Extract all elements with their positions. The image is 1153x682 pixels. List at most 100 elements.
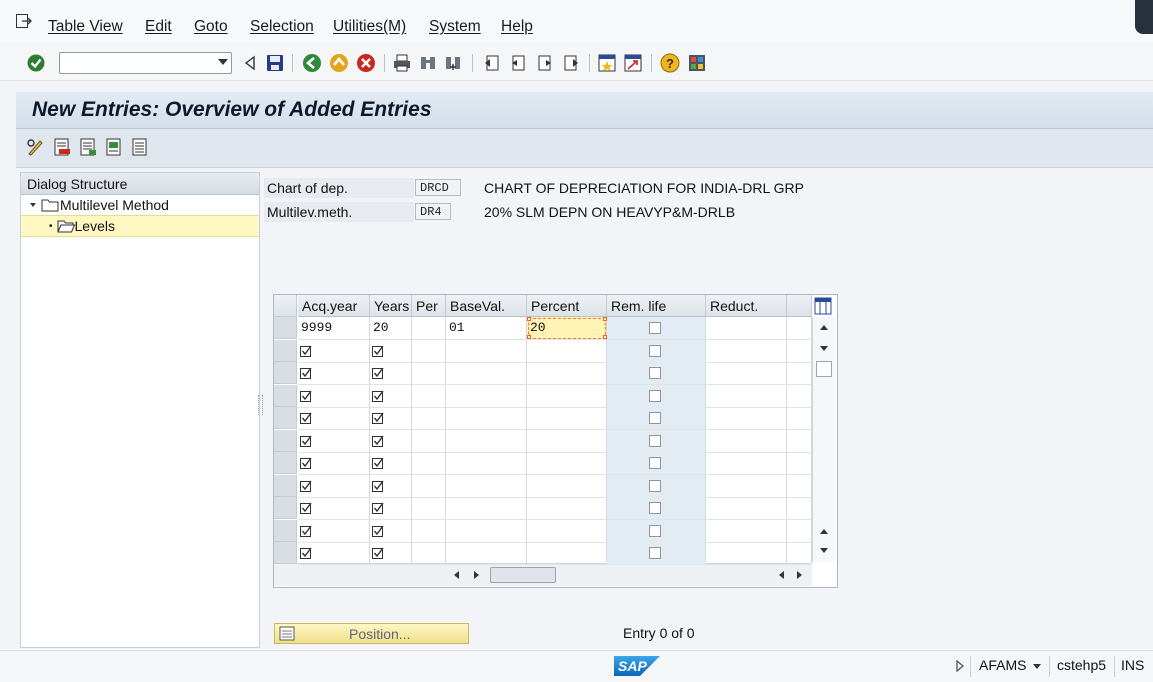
column-header-per[interactable]: Per	[412, 295, 446, 317]
horizontal-scrollbar-thumb[interactable]	[490, 567, 556, 583]
exit-button[interactable]	[329, 53, 349, 73]
cell-acq-year[interactable]	[298, 520, 370, 543]
cell-years[interactable]	[370, 542, 412, 565]
cell-reduct[interactable]	[706, 497, 787, 520]
row-selector[interactable]	[274, 497, 297, 519]
cell-reduct[interactable]	[706, 542, 787, 565]
last-page-button[interactable]	[561, 53, 581, 73]
vertical-scrollbar[interactable]	[812, 317, 835, 562]
cell-baseval[interactable]	[446, 430, 527, 453]
tree-item-multilevel-method[interactable]: Multilevel Method	[21, 195, 259, 215]
row-selector[interactable]	[274, 317, 297, 339]
cell-acq-year[interactable]: 9999	[298, 317, 370, 340]
scroll-left-icon[interactable]	[777, 570, 785, 580]
print-button[interactable]	[392, 53, 412, 73]
chevron-down-icon[interactable]	[1032, 663, 1042, 670]
cancel-button[interactable]	[356, 53, 376, 73]
select-all-button[interactable]	[78, 137, 98, 157]
cell-reduct[interactable]	[706, 362, 787, 385]
row-selector[interactable]	[274, 407, 297, 429]
column-header-reduct[interactable]: Reduct.	[706, 295, 787, 317]
rem-life-checkbox[interactable]	[649, 412, 661, 424]
cell-per[interactable]	[412, 497, 446, 520]
column-header-years[interactable]: Years	[370, 295, 412, 317]
rem-life-checkbox[interactable]	[649, 367, 661, 379]
menu-edit[interactable]: Edit	[145, 18, 172, 36]
scroll-right-icon[interactable]	[796, 570, 804, 580]
menu-goto[interactable]: Goto	[194, 18, 228, 36]
previous-page-button[interactable]	[508, 53, 528, 73]
cell-rem-life[interactable]	[607, 497, 706, 520]
column-header-acq-year[interactable]: Acq.year	[298, 295, 370, 317]
cell-per[interactable]	[412, 452, 446, 475]
row-selector[interactable]	[274, 520, 297, 542]
cell-baseval[interactable]	[446, 542, 527, 565]
cell-per[interactable]	[412, 407, 446, 430]
menu-utilities[interactable]: Utilities(M)	[333, 18, 406, 36]
scroll-up-icon[interactable]	[819, 323, 829, 331]
enter-button[interactable]	[26, 53, 46, 73]
rem-life-checkbox[interactable]	[649, 525, 661, 537]
cell-rem-life[interactable]	[607, 520, 706, 543]
cell-percent[interactable]	[527, 362, 607, 385]
horizontal-scrollbar[interactable]	[274, 563, 812, 586]
cell-acq-year[interactable]	[298, 475, 370, 498]
cell-baseval[interactable]	[446, 362, 527, 385]
help-button[interactable]: ?	[660, 53, 680, 73]
cell-years[interactable]	[370, 362, 412, 385]
create-session-button[interactable]	[597, 53, 617, 73]
rem-life-checkbox[interactable]	[649, 435, 661, 447]
cell-baseval[interactable]	[446, 407, 527, 430]
cell-years[interactable]	[370, 520, 412, 543]
panel-splitter[interactable]	[258, 395, 263, 415]
row-selector[interactable]	[274, 430, 297, 452]
cell-acq-year[interactable]	[298, 340, 370, 363]
cell-per[interactable]	[412, 542, 446, 565]
cell-percent[interactable]	[527, 520, 607, 543]
cell-years[interactable]	[370, 340, 412, 363]
cell-percent[interactable]	[527, 475, 607, 498]
rem-life-checkbox[interactable]	[649, 480, 661, 492]
cell-per[interactable]	[412, 317, 446, 340]
cell-rem-life[interactable]	[607, 362, 706, 385]
cell-acq-year[interactable]	[298, 362, 370, 385]
cell-rem-life[interactable]	[607, 475, 706, 498]
select-all-rows[interactable]	[274, 295, 297, 317]
rem-life-checkbox[interactable]	[649, 322, 661, 334]
save-button[interactable]	[265, 53, 285, 73]
cell-rem-life[interactable]	[607, 542, 706, 565]
menu-system[interactable]: System	[429, 18, 481, 36]
chevron-down-icon[interactable]	[218, 59, 228, 65]
command-input[interactable]	[64, 53, 209, 71]
cell-baseval[interactable]	[446, 497, 527, 520]
command-field[interactable]	[59, 52, 232, 74]
cell-years[interactable]	[370, 452, 412, 475]
cell-percent[interactable]	[527, 385, 607, 408]
cell-reduct[interactable]	[706, 407, 787, 430]
cell-rem-life[interactable]	[607, 317, 706, 340]
cell-per[interactable]	[412, 520, 446, 543]
cell-years[interactable]: 20	[370, 317, 412, 340]
rem-life-checkbox[interactable]	[649, 457, 661, 469]
input-mode[interactable]: INS	[1121, 657, 1144, 673]
row-selector[interactable]	[274, 362, 297, 384]
find-next-button[interactable]	[443, 53, 463, 73]
cell-reduct[interactable]	[706, 385, 787, 408]
cell-percent[interactable]	[527, 430, 607, 453]
exit-icon[interactable]	[16, 14, 32, 28]
cell-baseval[interactable]	[446, 340, 527, 363]
column-header-rem-life[interactable]: Rem. life	[607, 295, 706, 317]
cell-percent[interactable]	[527, 407, 607, 430]
cell-acq-year[interactable]	[298, 497, 370, 520]
cell-reduct[interactable]	[706, 520, 787, 543]
cell-per[interactable]	[412, 430, 446, 453]
cell-acq-year[interactable]	[298, 407, 370, 430]
display-change-button[interactable]	[26, 137, 46, 157]
cell-years[interactable]	[370, 385, 412, 408]
cell-years[interactable]	[370, 497, 412, 520]
scroll-down-icon[interactable]	[819, 345, 829, 353]
menu-selection[interactable]: Selection	[250, 18, 314, 36]
select-block-button[interactable]	[104, 137, 124, 157]
cell-percent[interactable]	[527, 452, 607, 475]
cell-rem-life[interactable]	[607, 385, 706, 408]
